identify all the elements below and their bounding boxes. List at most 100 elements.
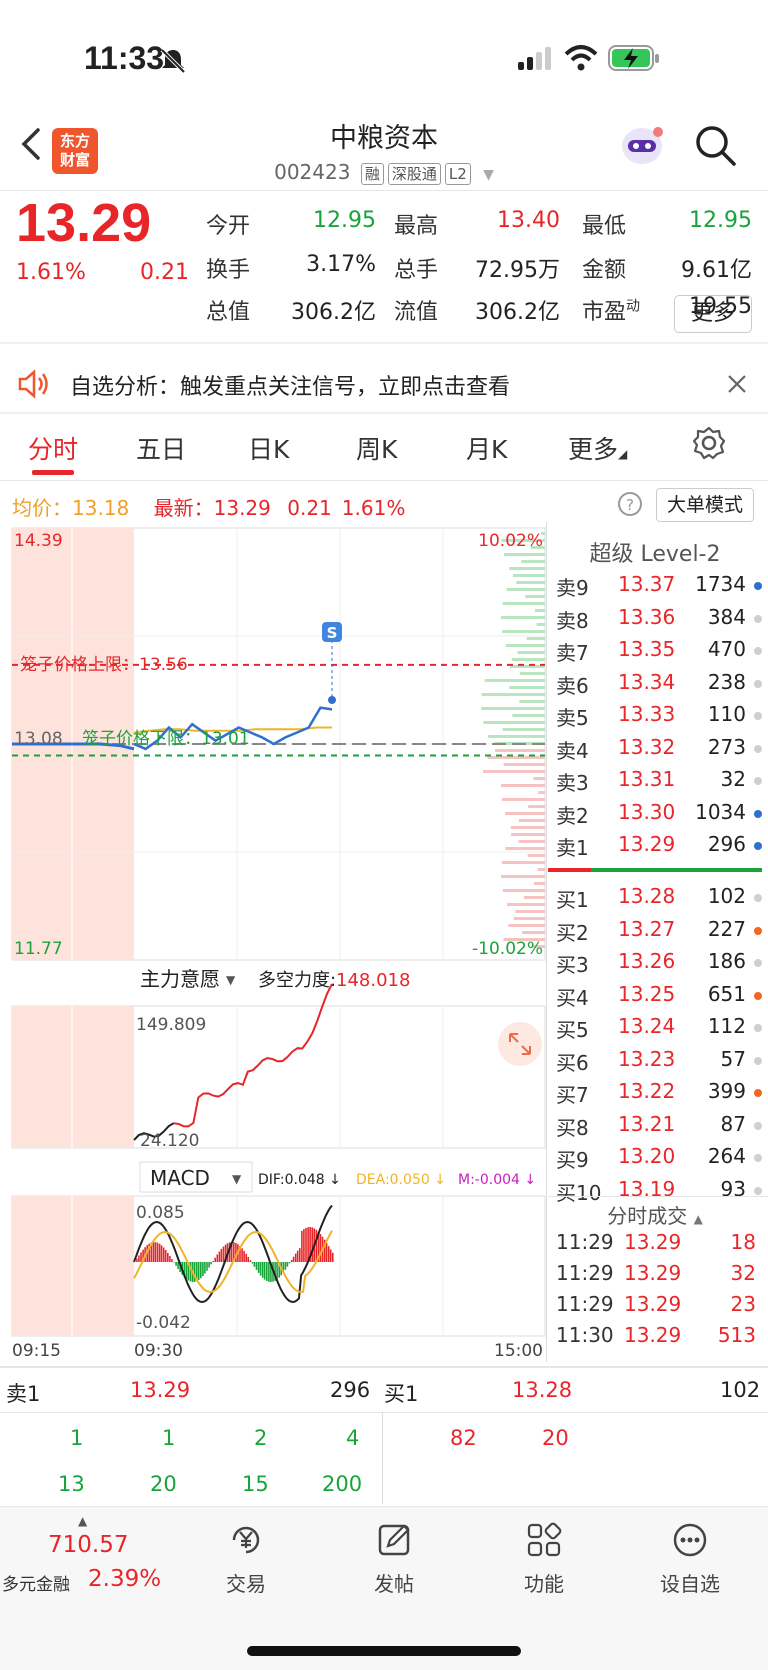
notice-bar[interactable]: 自选分析：触发重点关注信号，立即点击查看 [0,355,768,413]
bid-row[interactable]: 买5 13.24 112 [556,1014,762,1044]
indicator1-max: 149.809 [136,1015,206,1035]
bid-row[interactable]: 买2 13.27 227 [556,917,762,947]
volume-profile-bar [511,658,545,661]
macd-bar [251,1262,254,1264]
indicator1-dropdown-icon[interactable]: ▼ [226,973,236,987]
macd-min-label: -0.042 [136,1313,191,1333]
tab-monthly-k[interactable]: 月K [466,430,507,466]
help-icon[interactable]: ? [616,490,644,518]
nav-functions[interactable]: 功能 [484,1520,604,1597]
ask-row[interactable]: 卖6 13.34 238 [556,670,762,700]
mute-bell-icon [160,48,186,74]
macd-bar [169,1255,171,1262]
macd-bar [197,1262,200,1280]
queue-value: 82 [450,1426,477,1450]
book-volume: 32 [720,767,746,791]
ask-row[interactable]: 卖8 13.36 384 [556,605,762,635]
search-icon[interactable] [694,124,738,168]
speaker-icon [18,369,48,399]
nav-trade[interactable]: 交易 [186,1520,306,1597]
book-price: 13.24 [618,1014,676,1038]
home-indicator[interactable] [247,1646,521,1656]
book-label: 买4 [556,985,589,1010]
settings-gear-icon[interactable] [692,426,726,460]
book-price: 13.22 [618,1079,676,1103]
bid-row[interactable]: 买7 13.22 399 [556,1079,762,1109]
bid-row[interactable]: 买9 13.20 264 [556,1144,762,1174]
ask-row[interactable]: 卖1 13.29 296 [556,832,762,862]
book-dot-icon [754,712,762,720]
macd-bar [160,1245,163,1262]
robot-assistant-icon[interactable] [614,120,670,172]
ask-row[interactable]: 卖2 13.30 1034 [556,800,762,830]
book-price: 13.25 [618,981,676,1006]
more-button[interactable]: 更多 [674,295,752,333]
expand-button[interactable] [498,1022,542,1066]
index-value[interactable]: 710.57 [48,1532,128,1558]
book-volume: 112 [707,1014,746,1038]
bid-row[interactable]: 买3 13.26 186 [556,949,762,979]
book-price: 13.31 [618,767,676,791]
macd-bar [301,1230,303,1262]
macd-bar [208,1262,210,1268]
book-label: 卖2 [556,803,589,828]
book-label: 买7 [556,1083,589,1107]
book-price: 13.20 [618,1144,676,1168]
ask-row[interactable]: 卖7 13.35 470 [556,637,762,667]
ask-row[interactable]: 卖3 13.31 32 [556,767,762,797]
bid-row[interactable]: 买1 13.28 102 [556,884,762,914]
book-label: 卖3 [556,771,589,795]
tab-more[interactable]: 更多◢ [568,430,627,466]
macd-bar [243,1250,245,1262]
book-label: 卖9 [556,576,589,600]
nav-post-label: 发帖 [374,1572,414,1596]
time-end-label: 15:00 [494,1341,543,1361]
volume-profile-bar [513,574,545,577]
level2-title[interactable]: 超级 Level-2 [548,536,762,568]
index-pct: 2.39% [88,1566,162,1592]
nav-add-watchlist[interactable]: 设自选 [630,1520,750,1597]
tick-volume: 513 [717,1323,756,1347]
intraday-chart[interactable]: S 14.39 11.77 10.02% -10.02% 13.08 笼子价格上… [0,522,548,1362]
bottom-buy-price: 13.28 [512,1378,573,1402]
book-label: 卖8 [556,608,589,633]
nav-post[interactable]: 发帖 [334,1520,454,1597]
big-order-mode-button[interactable]: 大单模式 [656,488,754,522]
quote-label: 换手 [206,258,251,283]
volume-profile-bar [521,560,545,563]
volume-profile-bar [525,595,545,598]
book-volume: 1034 [695,799,746,824]
tick-row: 11:30 13.29 513 [556,1323,756,1353]
indicator1-name[interactable]: 主力意愿 [140,967,220,991]
book-volume: 238 [707,669,746,694]
tick-price: 13.29 [624,1323,682,1347]
current-price: 13.29 [16,193,152,253]
cellular-signal-icon [518,47,551,70]
close-icon[interactable] [726,373,748,395]
bid-row[interactable]: 买4 13.25 651 [556,982,762,1012]
quote-value: 306.2亿 [291,300,376,325]
ask-row[interactable]: 卖5 13.33 110 [556,702,762,732]
book-dot-icon [754,679,762,688]
macd-bar [167,1252,169,1262]
tab-weekly-k[interactable]: 周K [356,430,397,466]
tab-five-day[interactable]: 五日 [136,430,186,466]
macd-bar [268,1262,270,1282]
bid-row[interactable]: 买6 13.23 57 [556,1047,762,1077]
book-volume: 273 [707,734,746,759]
tag-connect: 深股通 [387,163,441,185]
volume-profile-bar [502,630,545,633]
macd-bar [245,1253,247,1262]
bid-row[interactable]: 买8 13.21 87 [556,1112,762,1142]
ask-row[interactable]: 卖9 13.37 1734 [556,572,762,602]
tab-intraday[interactable]: 分时 [28,430,78,466]
queue-value: 20 [542,1426,569,1450]
time-start-label: 09:15 [12,1341,61,1361]
ask-row[interactable]: 卖4 13.32 273 [556,735,762,765]
macd-dea: DEA:0.050 ↓ [356,1172,446,1188]
tab-daily-k[interactable]: 日K [248,430,289,466]
bottom-price-label: 11.77 [14,939,63,959]
tick-price: 13.29 [624,1292,682,1316]
macd-bar [305,1227,307,1262]
ticks-title[interactable]: 分时成交 ▲ [548,1200,762,1229]
